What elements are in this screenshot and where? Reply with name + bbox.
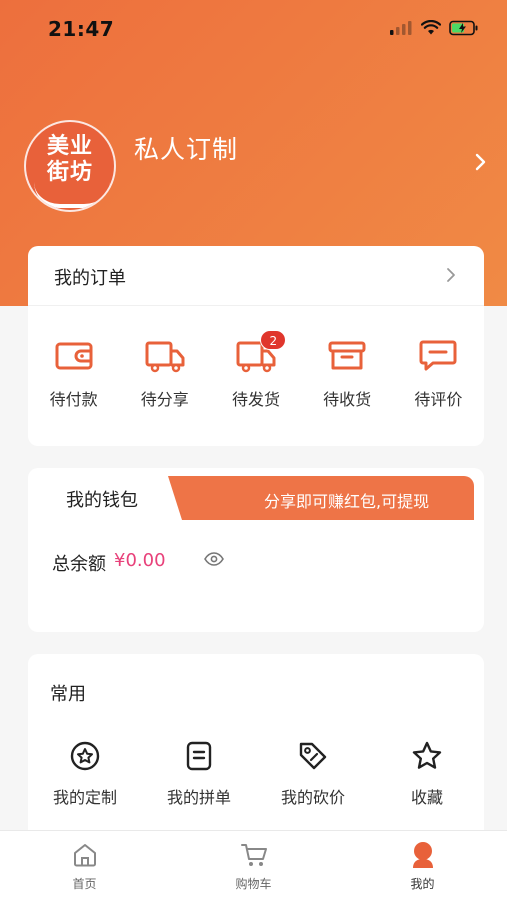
tab-label: 购物车 [235,877,272,891]
tab-label: 我的 [410,877,435,891]
my-custom-button[interactable]: 我的定制 [28,740,142,808]
tab-label: 首页 [72,877,97,891]
chevron-right-icon[interactable] [474,152,488,172]
custom-icon [70,741,100,771]
tab-cart[interactable]: 购物车 [169,831,338,900]
favorites-button[interactable]: 收藏 [370,740,484,808]
cart-icon [240,844,267,866]
balance-value: ¥0.00 [114,550,166,571]
order-item-label: 待发货 [231,390,280,409]
truck-icon [145,341,185,373]
order-item-label: 待评价 [414,390,463,409]
eye-icon[interactable] [204,552,224,566]
home-icon [73,844,96,867]
bottom-tab-bar: 首页 购物车 我的 [0,830,507,900]
list-icon [186,741,212,771]
order-pending-share[interactable]: 待分享 [119,338,210,410]
common-item-label: 我的定制 [52,788,117,807]
wallet-tab[interactable]: 我的钱包 [66,486,138,512]
profile-name: 私人订制 [134,135,239,164]
tab-mine[interactable]: 我的 [338,831,507,900]
box-icon [328,341,366,370]
signal-icon [390,21,412,35]
my-bargain-button[interactable]: 我的砍价 [256,740,370,808]
common-item-label: 收藏 [410,788,443,807]
tab-home[interactable]: 首页 [0,831,169,900]
wallet-card: 我的钱包 分享即可赚红包,可提现 总余额 ¥0.00 [28,468,484,632]
common-item-label: 我的拼单 [166,788,231,807]
orders-title: 我的订单 [54,268,126,289]
battery-charging-icon [449,20,478,36]
order-pending-review[interactable]: 待评价 [393,338,484,410]
wallet-icon [55,342,93,370]
common-title: 常用 [50,684,86,705]
status-bar: 21:47 [0,0,507,60]
orders-card: 我的订单 待付款 待分享 2 待发货 待收货 待评价 [28,246,484,446]
orders-header[interactable]: 我的订单 [28,246,484,306]
order-item-label: 待收货 [323,390,372,409]
comment-icon [419,340,457,371]
common-functions-row: 我的定制 我的拼单 我的砍价 收藏 [28,740,484,808]
star-icon [412,741,442,769]
tag-icon [299,742,327,770]
common-card: 常用 我的定制 我的拼单 我的砍价 收藏 [28,654,484,854]
user-icon [412,842,433,868]
order-item-label: 待付款 [49,390,98,409]
status-time: 21:47 [48,17,115,41]
order-pending-payment[interactable]: 待付款 [28,338,119,410]
order-status-row: 待付款 待分享 2 待发货 待收货 待评价 [28,330,484,410]
order-item-label: 待分享 [140,390,189,409]
order-pending-receipt[interactable]: 待收货 [302,338,393,410]
common-item-label: 我的砍价 [280,788,345,807]
avatar-logo-text: 美业 街坊 [46,134,93,185]
wallet-promo-text: 分享即可赚红包,可提现 [264,492,430,511]
status-icons [389,20,479,36]
order-pending-shipment[interactable]: 2 待发货 [210,330,301,410]
my-group-order-button[interactable]: 我的拼单 [142,740,256,808]
wifi-icon [421,20,441,35]
balance-label: 总余额 [52,554,106,575]
notification-badge: 2 [260,330,287,350]
chevron-right-icon[interactable] [446,267,456,283]
avatar[interactable]: 美业 街坊 [24,120,116,212]
profile-row[interactable]: 美业 街坊 私人订制 [24,118,486,212]
